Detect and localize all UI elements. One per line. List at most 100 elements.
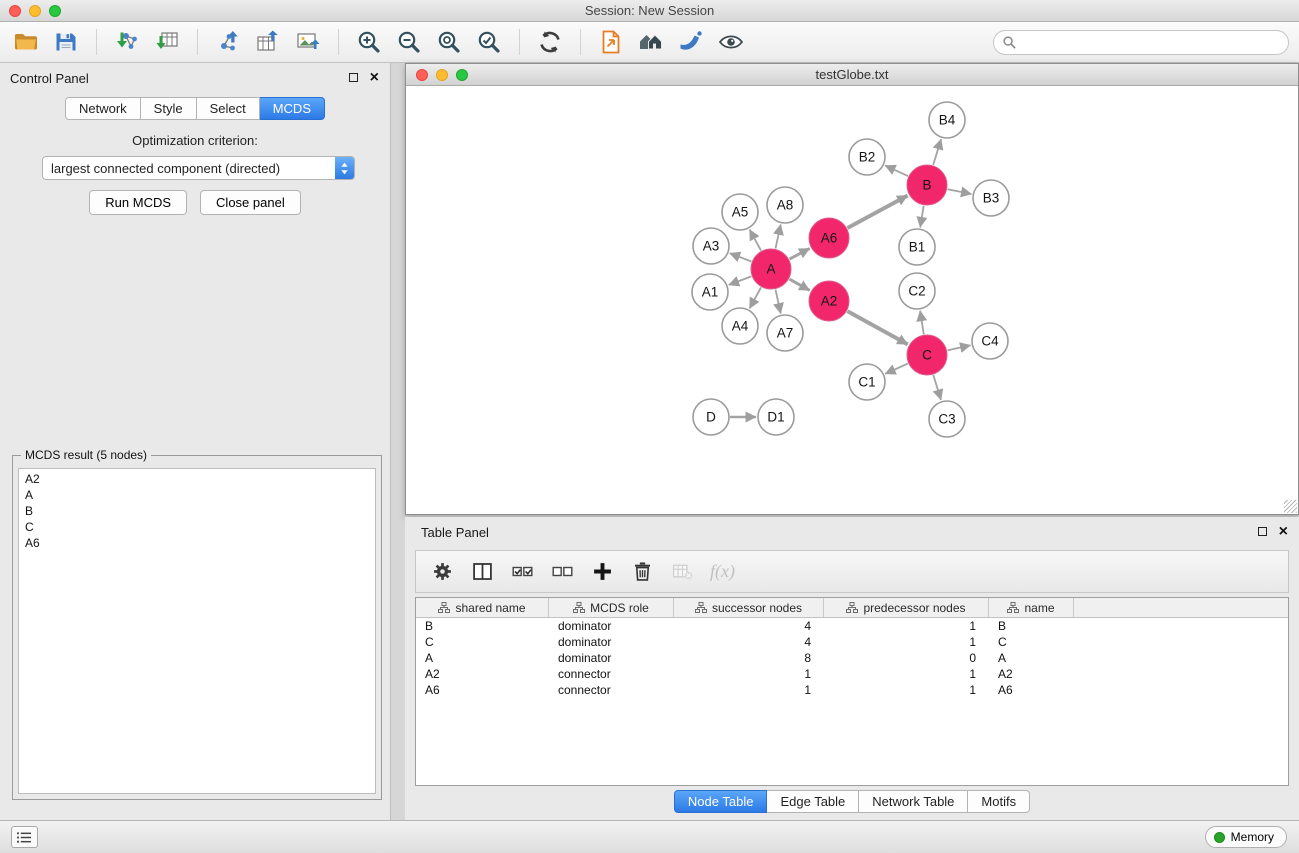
table-settings-icon[interactable]	[424, 553, 461, 590]
zoom-out-icon[interactable]	[389, 24, 429, 60]
edge-A-A2[interactable]	[789, 279, 809, 290]
mcds-result-item[interactable]: C	[19, 519, 375, 535]
table-row[interactable]: Cdominator41C	[416, 634, 1288, 650]
table-row[interactable]: A2connector11A2	[416, 666, 1288, 682]
search-box[interactable]	[993, 30, 1289, 55]
home-icon[interactable]	[631, 24, 671, 60]
mcds-result-item[interactable]: A6	[19, 535, 375, 551]
edge-B-B4[interactable]	[933, 139, 941, 165]
node-A6[interactable]: A6	[809, 218, 849, 258]
node-A5[interactable]: A5	[722, 194, 758, 230]
edge-B-B2[interactable]	[885, 166, 908, 177]
add-column-icon[interactable]	[584, 553, 621, 590]
edge-A2-C[interactable]	[847, 311, 907, 344]
network-window-titlebar[interactable]: testGlobe.txt	[406, 64, 1298, 86]
node-D1[interactable]: D1	[758, 399, 794, 435]
table-row[interactable]: Bdominator41B	[416, 618, 1288, 634]
memory-button[interactable]: Memory	[1205, 826, 1287, 848]
zoom-fit-icon[interactable]	[429, 24, 469, 60]
node-C3[interactable]: C3	[929, 401, 965, 437]
node-A7[interactable]: A7	[767, 315, 803, 351]
export-table-icon[interactable]	[248, 24, 288, 60]
column-header-successor-nodes[interactable]: successor nodes	[674, 598, 824, 617]
run-mcds-button[interactable]: Run MCDS	[89, 190, 187, 215]
tab-network-table[interactable]: Network Table	[859, 790, 968, 813]
edge-B-B3[interactable]	[948, 189, 972, 194]
close-mcds-panel-button[interactable]: Close panel	[200, 190, 301, 215]
table-panel-float-icon[interactable]	[1258, 527, 1267, 536]
node-C4[interactable]: C4	[972, 323, 1008, 359]
delete-column-icon[interactable]	[624, 553, 661, 590]
tab-mcds[interactable]: MCDS	[260, 97, 325, 120]
zoom-in-icon[interactable]	[349, 24, 389, 60]
edge-B-B1[interactable]	[920, 206, 924, 228]
node-B2[interactable]: B2	[849, 139, 885, 175]
criterion-dropdown[interactable]: largest connected component (directed)	[42, 156, 355, 180]
node-B4[interactable]: B4	[929, 102, 965, 138]
edge-C-C2[interactable]	[920, 311, 924, 335]
edge-C-C1[interactable]	[885, 364, 908, 374]
save-session-icon[interactable]	[46, 24, 86, 60]
node-D[interactable]: D	[693, 399, 729, 435]
tab-node-table[interactable]: Node Table	[674, 790, 768, 813]
mcds-result-item[interactable]: A2	[19, 471, 375, 487]
node-C1[interactable]: C1	[849, 364, 885, 400]
column-header-name[interactable]: name	[989, 598, 1074, 617]
export-image-icon[interactable]	[288, 24, 328, 60]
mcds-result-list[interactable]: A2ABCA6	[18, 468, 376, 794]
import-table-icon[interactable]	[147, 24, 187, 60]
search-input[interactable]	[1022, 35, 1280, 50]
node-A3[interactable]: A3	[693, 228, 729, 264]
mcds-result-item[interactable]: B	[19, 503, 375, 519]
tab-style[interactable]: Style	[141, 97, 197, 120]
edge-A-A7[interactable]	[776, 290, 781, 314]
edge-A-A3[interactable]	[730, 253, 752, 261]
network-canvas-container[interactable]: B4 B2 B B3 A8A5 A6 A3 B1 A A1 C2 A2 A4A7 C4 C C1 D D1 C3	[406, 86, 1298, 514]
zoom-selected-icon[interactable]	[469, 24, 509, 60]
help-icon[interactable]	[671, 24, 711, 60]
node-B1[interactable]: B1	[899, 229, 935, 265]
select-all-rows-icon[interactable]	[504, 553, 541, 590]
apply-layout-icon[interactable]	[530, 24, 570, 60]
task-history-button[interactable]	[11, 826, 38, 848]
resize-grip[interactable]	[1284, 500, 1297, 513]
tab-edge-table[interactable]: Edge Table	[767, 790, 859, 813]
edge-C-C4[interactable]	[948, 345, 971, 350]
edge-A-A6[interactable]	[790, 248, 810, 259]
deselect-all-rows-icon[interactable]	[544, 553, 581, 590]
control-panel-close-icon[interactable]	[370, 72, 379, 83]
show-graphics-details-icon[interactable]	[711, 24, 751, 60]
column-header-predecessor-nodes[interactable]: predecessor nodes	[824, 598, 989, 617]
node-A1[interactable]: A1	[692, 274, 728, 310]
node-A2[interactable]: A2	[809, 281, 849, 321]
table-row[interactable]: A6connector11A6	[416, 682, 1288, 698]
import-network-icon[interactable]	[107, 24, 147, 60]
export-network-icon[interactable]	[208, 24, 248, 60]
edge-A-A4[interactable]	[750, 287, 761, 308]
open-browser-icon[interactable]	[591, 24, 631, 60]
tab-motifs[interactable]: Motifs	[968, 790, 1030, 813]
node-A[interactable]: A	[751, 249, 791, 289]
node-B3[interactable]: B3	[973, 180, 1009, 216]
edge-C-C3[interactable]	[933, 375, 941, 400]
edge-A6-B[interactable]	[848, 196, 908, 229]
tab-select[interactable]: Select	[197, 97, 260, 120]
table-panel-close-icon[interactable]	[1279, 526, 1288, 537]
node-C[interactable]: C	[907, 335, 947, 375]
edge-A-A8[interactable]	[776, 225, 781, 249]
edge-A-A1[interactable]	[729, 276, 752, 285]
mcds-result-item[interactable]: A	[19, 487, 375, 503]
tab-network[interactable]: Network	[65, 97, 141, 120]
node-A4[interactable]: A4	[722, 308, 758, 344]
column-header-shared-name[interactable]: shared name	[416, 598, 549, 617]
node-C2[interactable]: C2	[899, 273, 935, 309]
table-row[interactable]: Adominator80A	[416, 650, 1288, 666]
control-panel-float-icon[interactable]	[349, 73, 358, 82]
network-canvas[interactable]: B4 B2 B B3 A8A5 A6 A3 B1 A A1 C2 A2 A4A7 C4 C C1 D D1 C3	[406, 86, 1298, 514]
open-session-icon[interactable]	[6, 24, 46, 60]
edge-A-A5[interactable]	[750, 230, 761, 251]
node-A8[interactable]: A8	[767, 187, 803, 223]
node-B[interactable]: B	[907, 165, 947, 205]
column-header-mcds-role[interactable]: MCDS role	[549, 598, 674, 617]
show-columns-icon[interactable]	[464, 553, 501, 590]
